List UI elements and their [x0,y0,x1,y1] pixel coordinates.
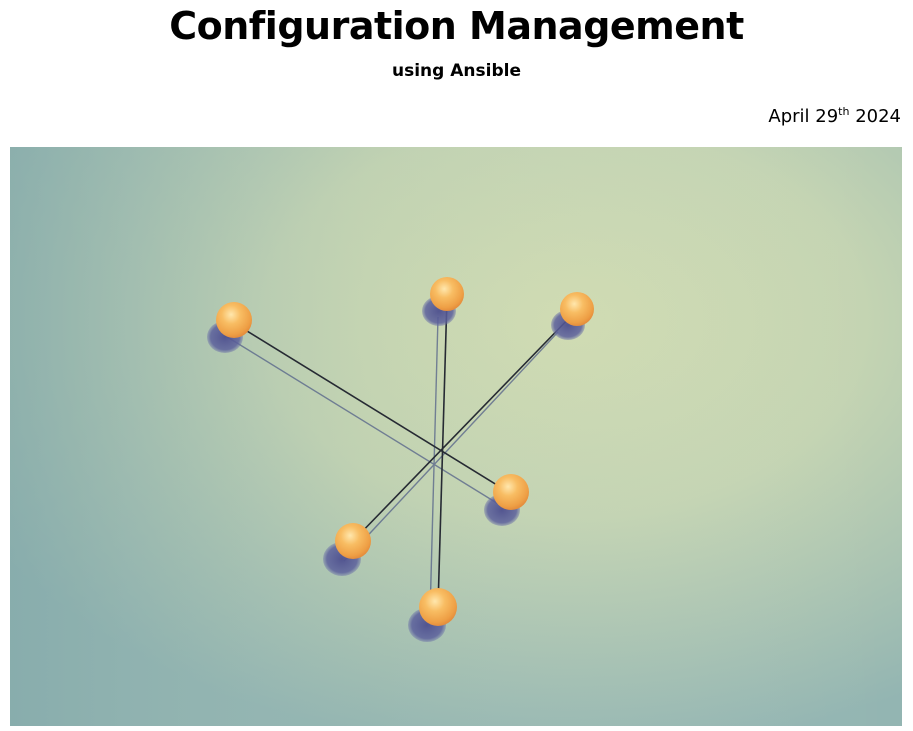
document-title: Configuration Management [169,4,744,48]
sphere [430,277,464,311]
date-month-day: April 29 [768,106,839,127]
document-date: April 29th 2024 [768,104,901,130]
date-ordinal-suffix: th [838,105,850,118]
network-spheres-illustration [10,147,902,726]
sphere [560,292,594,326]
cover-image [10,147,902,726]
sphere [335,523,371,559]
document-subtitle: using Ansible [392,61,521,81]
sphere [216,302,252,338]
document-page: Configuration Management using Ansible A… [0,0,913,731]
sphere [493,474,529,510]
date-year: 2024 [849,106,901,127]
sphere [419,588,457,626]
image-background-shade [10,147,902,726]
